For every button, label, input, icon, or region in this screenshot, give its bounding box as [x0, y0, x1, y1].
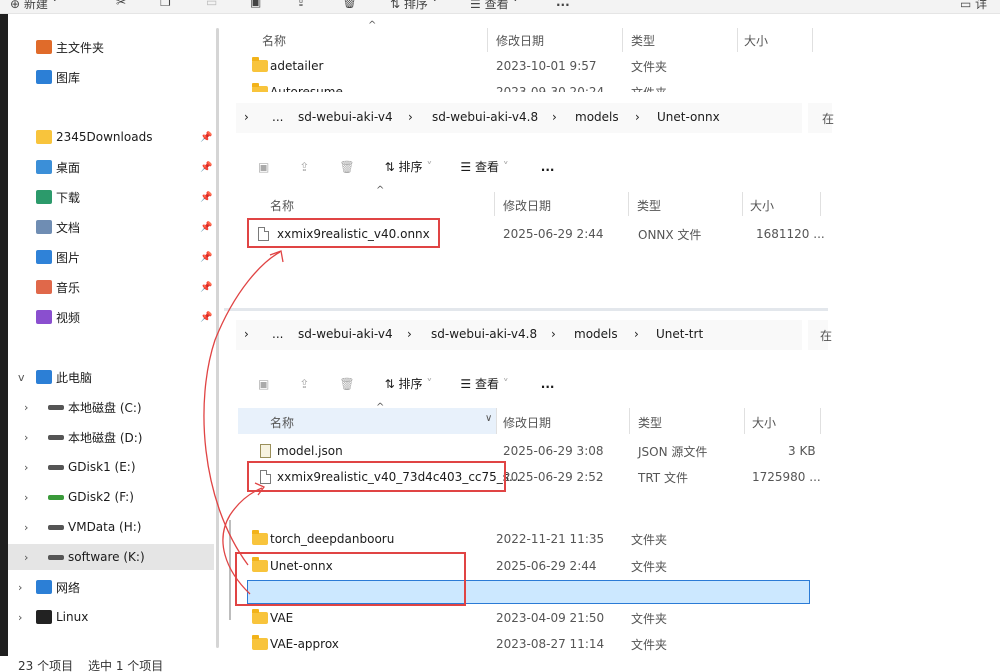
item-count: 23 个项目 [18, 659, 74, 672]
annotation-arrow-onnx [203, 251, 281, 566]
annotation-arrow-trt [222, 487, 263, 595]
selected-count: 选中 1 个项目 [88, 659, 164, 672]
status-bar: 23 个项目 选中 1 个项目 [0, 656, 1000, 672]
annotation-arrows [203, 250, 284, 595]
